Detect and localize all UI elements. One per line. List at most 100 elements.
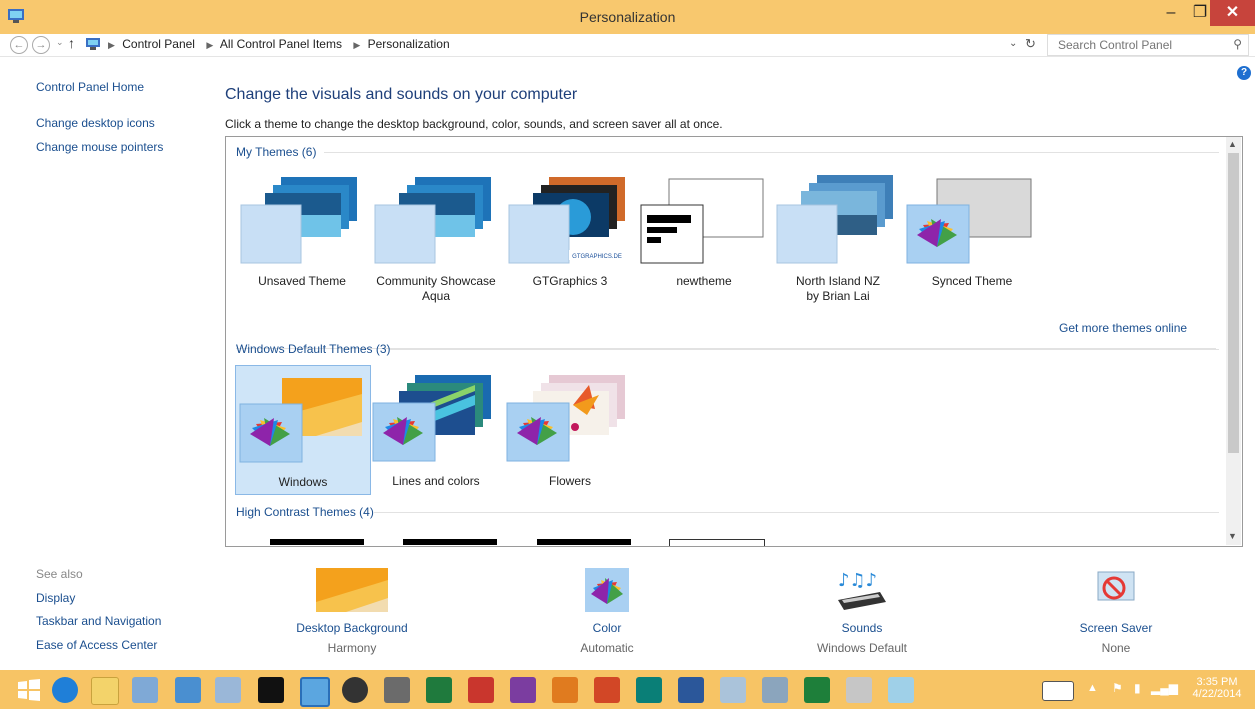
theme-tile-gtgraphics-3[interactable]: GTGRAPHICS.DE GTGraphics 3 — [503, 165, 637, 293]
forward-button[interactable]: → — [32, 36, 50, 54]
app-icon[interactable] — [132, 677, 158, 703]
theme-tile-north-island-nz[interactable]: North Island NZ by Brian Lai — [771, 165, 905, 303]
app-icon[interactable] — [720, 677, 746, 703]
theme-preview — [776, 175, 893, 264]
sounds-setting[interactable]: ♪♫♪ Sounds Windows Default — [782, 566, 942, 655]
ease-of-access-link[interactable]: Ease of Access Center — [36, 638, 157, 652]
app-icon[interactable] — [888, 677, 914, 703]
app-icon[interactable] — [215, 677, 241, 703]
theme-preview — [374, 177, 491, 264]
snipping-tool-icon[interactable] — [846, 677, 872, 703]
display-link[interactable]: Display — [36, 591, 75, 605]
search-input[interactable] — [1056, 35, 1220, 55]
high-contrast-theme-preview[interactable] — [669, 539, 765, 546]
desktop-background-icon — [316, 568, 388, 612]
chevron-right-icon[interactable]: ▶ — [353, 40, 360, 50]
scroll-up-icon[interactable]: ▲ — [1228, 139, 1237, 149]
app-icon[interactable] — [468, 677, 494, 703]
desktop-background-label[interactable]: Desktop Background — [272, 621, 432, 635]
theme-preview — [239, 378, 362, 463]
taskbar-navigation-link[interactable]: Taskbar and Navigation — [36, 614, 161, 628]
theme-tile-synced[interactable]: Synced Theme — [905, 165, 1039, 293]
control-panel-home-link[interactable]: Control Panel Home — [36, 80, 144, 94]
sounds-label[interactable]: Sounds — [782, 621, 942, 635]
network-icon[interactable]: ▂▄▆ — [1151, 681, 1178, 695]
divider — [390, 349, 1219, 350]
scroll-thumb[interactable] — [1228, 153, 1239, 453]
clock-time: 3:35 PM — [1196, 676, 1238, 688]
theme-label: Flowers — [548, 474, 591, 488]
high-contrast-theme-preview[interactable] — [537, 539, 631, 545]
outlook-icon[interactable] — [552, 677, 578, 703]
change-desktop-icons-link[interactable]: Change desktop icons — [36, 116, 155, 130]
theme-preview — [240, 177, 357, 264]
recent-locations-icon[interactable]: ⌄ — [56, 37, 64, 48]
chevron-right-icon[interactable]: ▶ — [206, 40, 213, 50]
address-dropdown-icon[interactable]: ⌄ — [1009, 38, 1017, 49]
vertical-scrollbar[interactable]: ▲ ▼ — [1226, 137, 1241, 545]
high-contrast-theme-preview[interactable] — [270, 539, 364, 545]
theme-tile-unsaved[interactable]: Unsaved Theme — [235, 165, 369, 293]
breadcrumb-all-items[interactable]: All Control Panel Items — [220, 37, 342, 51]
themes-panel: My Themes (6) Unsaved Theme Community Sh… — [225, 136, 1243, 547]
word-icon[interactable] — [678, 677, 704, 703]
theme-tile-flowers[interactable]: Flowers — [503, 365, 637, 493]
app-icon[interactable] — [384, 677, 410, 703]
color-value: Automatic — [580, 641, 634, 655]
divider — [374, 512, 1219, 513]
action-center-icon[interactable]: ⚑ — [1112, 681, 1123, 695]
get-more-themes-link[interactable]: Get more themes online — [1059, 321, 1187, 335]
theme-label: North Island NZ by Brian Lai — [795, 274, 881, 303]
control-panel-taskbar-icon[interactable] — [300, 677, 330, 707]
up-button[interactable]: ↑ — [68, 35, 75, 51]
default-themes-label: Windows Default Themes (3) — [236, 342, 391, 356]
powerpoint-icon[interactable] — [594, 677, 620, 703]
desktop-background-value: Harmony — [327, 641, 377, 655]
hp-icon[interactable] — [342, 677, 368, 703]
theme-tile-newtheme[interactable]: newtheme — [637, 165, 771, 293]
app-icon[interactable] — [175, 677, 201, 703]
high-contrast-theme-preview[interactable] — [403, 539, 497, 545]
title-bar: Personalization – ❐ ✕ — [0, 0, 1255, 34]
theme-label: Synced Theme — [931, 274, 1013, 288]
theme-label: Community Showcase Aqua — [376, 274, 496, 303]
excel-icon[interactable] — [426, 677, 452, 703]
touch-keyboard-icon[interactable] — [1042, 681, 1074, 701]
file-explorer-icon[interactable] — [91, 677, 119, 705]
show-hidden-icons-icon[interactable]: ▲ — [1087, 682, 1098, 694]
breadcrumb: ▶ Control Panel ▶ All Control Panel Item… — [104, 37, 454, 51]
change-mouse-pointers-link[interactable]: Change mouse pointers — [36, 140, 163, 154]
taskbar: ▲ ⚑ ▮ ▂▄▆ 3:35 PM 4/22/2014 — [0, 670, 1255, 709]
refresh-icon[interactable]: ↻ — [1025, 36, 1036, 52]
gtgraphics-watermark: GTGRAPHICS.DE — [572, 254, 622, 260]
screen-saver-setting[interactable]: Screen Saver None — [1036, 566, 1196, 655]
theme-preview — [506, 375, 625, 462]
clock[interactable]: 3:35 PM 4/22/2014 — [1185, 676, 1249, 700]
command-prompt-icon[interactable] — [258, 677, 284, 703]
store-icon[interactable] — [804, 677, 830, 703]
theme-tile-lines-and-colors[interactable]: Lines and colors — [369, 365, 503, 493]
publisher-icon[interactable] — [636, 677, 662, 703]
search-box[interactable]: ⚲ — [1047, 34, 1249, 56]
windows-start-icon[interactable] — [16, 677, 42, 703]
back-button[interactable]: ← — [10, 36, 28, 54]
search-icon[interactable]: ⚲ — [1233, 37, 1242, 51]
theme-label: newtheme — [676, 274, 732, 288]
color-setting[interactable]: Color Automatic — [527, 566, 687, 655]
help-icon[interactable]: ? — [1237, 66, 1251, 80]
internet-explorer-icon[interactable] — [52, 677, 78, 703]
battery-icon[interactable]: ▮ — [1134, 681, 1141, 695]
color-label[interactable]: Color — [527, 621, 687, 635]
page-title: Change the visuals and sounds on your co… — [225, 86, 578, 103]
breadcrumb-control-panel[interactable]: Control Panel — [122, 37, 195, 51]
onenote-icon[interactable] — [510, 677, 536, 703]
close-button[interactable]: ✕ — [1210, 0, 1255, 26]
breadcrumb-personalization[interactable]: Personalization — [368, 37, 450, 51]
screen-saver-label[interactable]: Screen Saver — [1036, 621, 1196, 635]
theme-tile-windows[interactable]: Windows — [235, 365, 371, 495]
calculator-icon[interactable] — [762, 677, 788, 703]
theme-tile-community-showcase-aqua[interactable]: Community Showcase Aqua — [369, 165, 503, 303]
sounds-value: Windows Default — [816, 641, 908, 655]
scroll-down-icon[interactable]: ▼ — [1228, 531, 1237, 541]
desktop-background-setting[interactable]: Desktop Background Harmony — [272, 566, 432, 655]
